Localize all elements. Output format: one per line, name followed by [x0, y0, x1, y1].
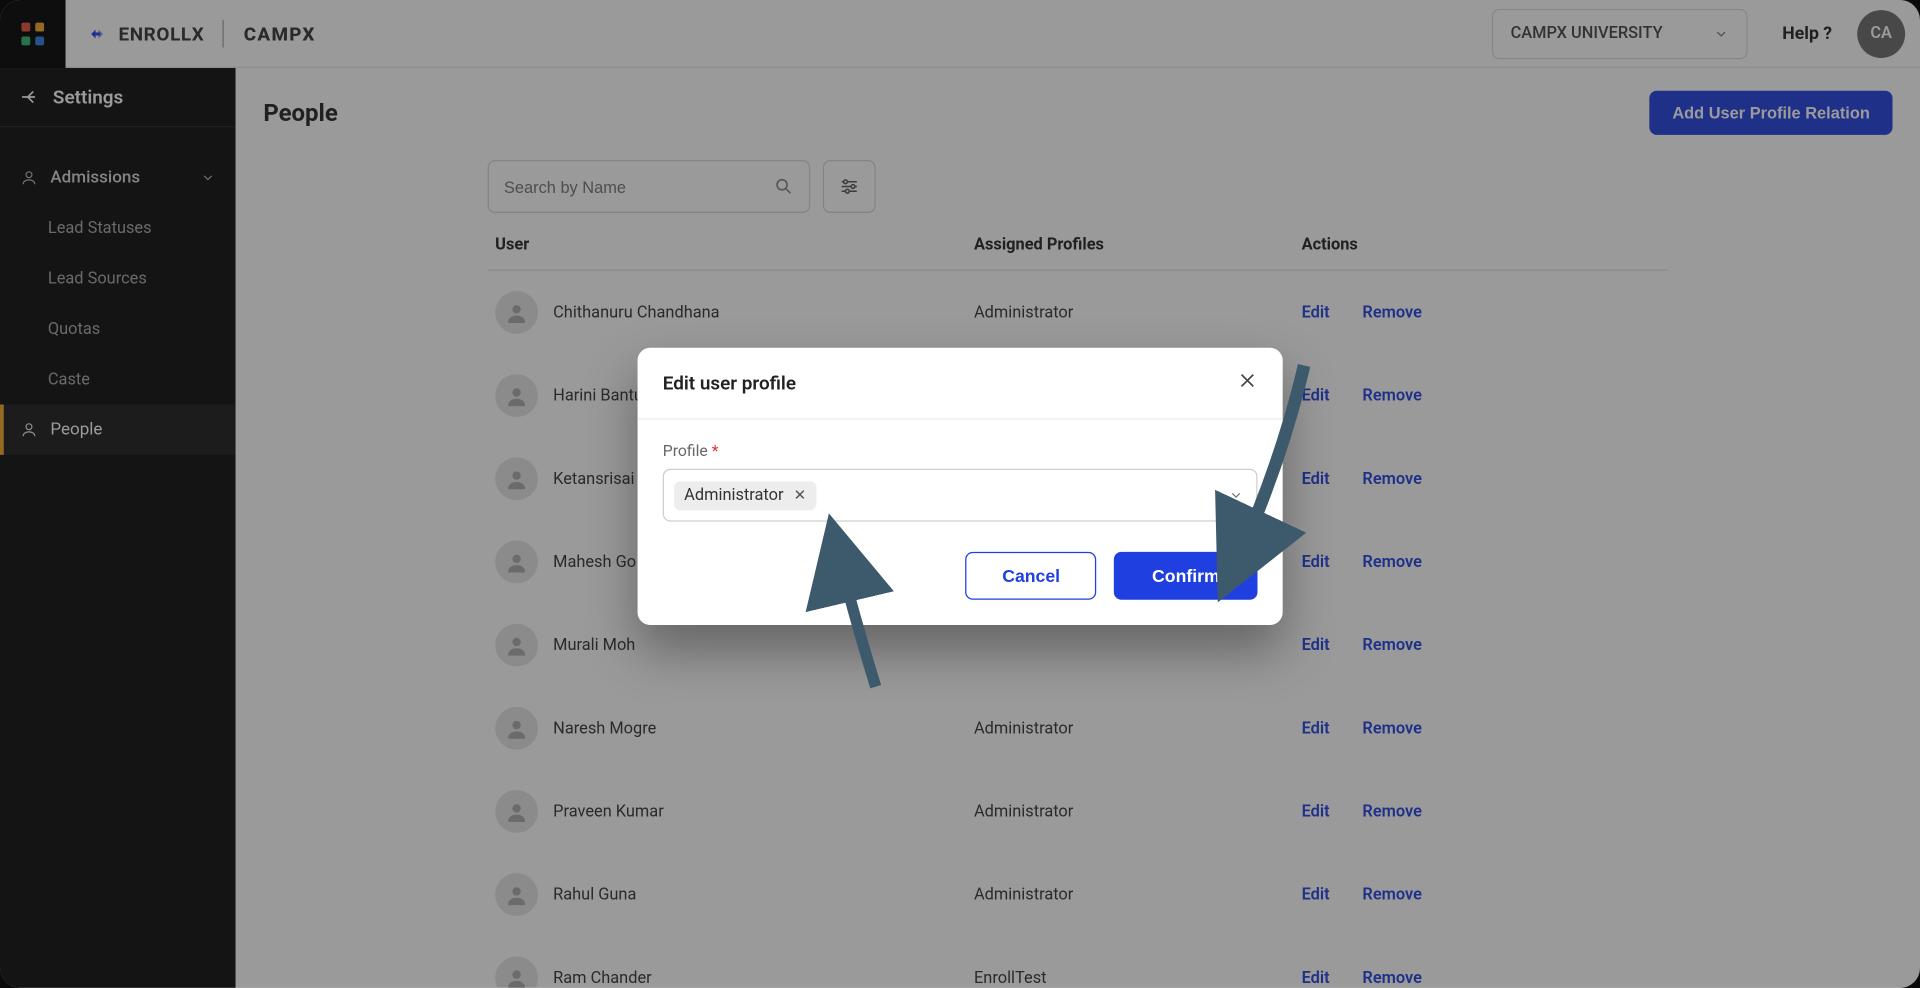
chevron-down-icon — [1229, 483, 1244, 507]
profile-multiselect[interactable]: Administrator ✕ — [663, 469, 1258, 522]
cancel-button[interactable]: Cancel — [966, 552, 1097, 600]
confirm-button[interactable]: Confirm — [1114, 552, 1257, 600]
close-icon — [1237, 370, 1257, 390]
profile-chip: Administrator ✕ — [674, 481, 816, 510]
chip-label: Administrator — [684, 486, 783, 505]
modal-close-button[interactable] — [1237, 370, 1257, 395]
edit-user-profile-modal: Edit user profile Profile * Administrato… — [638, 348, 1283, 625]
chip-remove[interactable]: ✕ — [794, 486, 807, 504]
modal-title: Edit user profile — [663, 372, 796, 395]
profile-field-label: Profile * — [663, 442, 1258, 461]
